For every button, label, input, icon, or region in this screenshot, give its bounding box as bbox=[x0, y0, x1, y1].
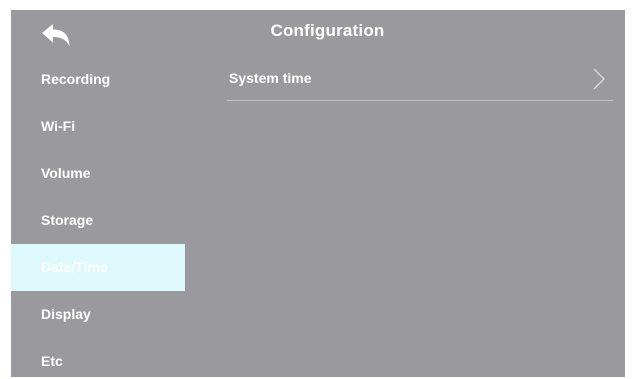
sidebar-item-label: Date/Time bbox=[41, 259, 108, 275]
sidebar-item-label: Recording bbox=[41, 71, 111, 87]
sidebar: Recording Wi-Fi Volume Storage Date/Time… bbox=[11, 56, 185, 377]
sidebar-item-label: Volume bbox=[41, 165, 91, 181]
sidebar-item-label: Etc bbox=[41, 353, 63, 369]
page-title: Configuration bbox=[270, 21, 385, 40]
sidebar-item-label: Display bbox=[41, 306, 91, 322]
configuration-screen: Configuration Recording Wi-Fi Volume Sto… bbox=[11, 10, 625, 377]
back-arrow-icon bbox=[42, 24, 70, 46]
system-time-label: System time bbox=[229, 70, 312, 86]
chevron-right-icon bbox=[592, 67, 606, 91]
settings-list: System time bbox=[227, 56, 613, 101]
back-button[interactable] bbox=[41, 24, 73, 48]
sidebar-item-storage[interactable]: Storage bbox=[11, 197, 185, 244]
sidebar-item-recording[interactable]: Recording bbox=[11, 56, 185, 103]
sidebar-item-label: Storage bbox=[41, 212, 94, 228]
sidebar-item-display[interactable]: Display bbox=[11, 291, 185, 338]
system-time-row[interactable]: System time bbox=[227, 56, 613, 101]
sidebar-item-volume[interactable]: Volume bbox=[11, 150, 185, 197]
sidebar-item-label: Wi-Fi bbox=[41, 118, 76, 134]
sidebar-item-date-time[interactable]: Date/Time bbox=[11, 244, 185, 291]
sidebar-item-wifi[interactable]: Wi-Fi bbox=[11, 103, 185, 150]
sidebar-item-etc[interactable]: Etc bbox=[11, 338, 185, 377]
